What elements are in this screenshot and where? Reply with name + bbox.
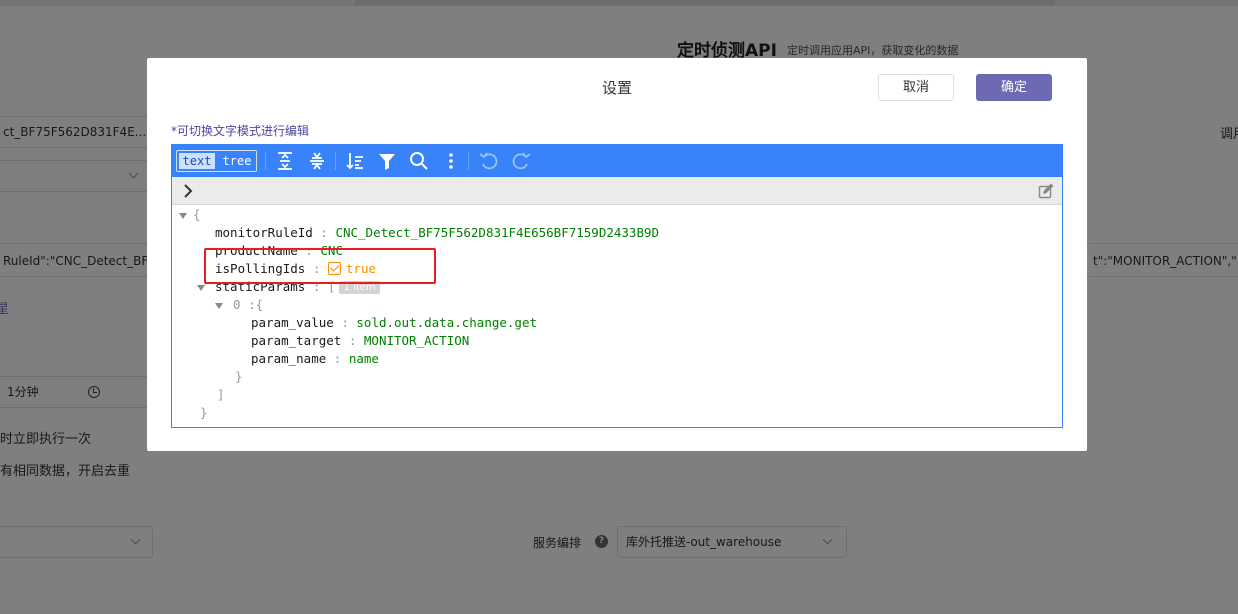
toolbar-divider — [265, 152, 266, 170]
colon: : — [341, 315, 349, 330]
mode-text-button[interactable]: text — [179, 153, 215, 169]
editor-toolbar: text tree — [172, 145, 1062, 177]
field-param_name[interactable]: param_name : name — [251, 350, 379, 368]
brace: { — [193, 207, 201, 222]
chevron-right-icon[interactable] — [180, 183, 196, 199]
collapse-toggle-icon[interactable] — [179, 213, 187, 219]
mode-tree-button[interactable]: tree — [220, 153, 254, 169]
colon: : — [333, 351, 342, 366]
confirm-button[interactable]: 确定 — [976, 74, 1052, 101]
collapse-toggle-icon[interactable] — [215, 303, 223, 309]
redo-icon[interactable] — [509, 149, 533, 173]
navigation-bar — [172, 177, 1062, 205]
edit-hint: *可切换文字模式进行编辑 — [171, 124, 310, 138]
collapse-all-icon[interactable] — [305, 149, 329, 173]
field-value[interactable]: MONITOR_ACTION — [364, 333, 469, 348]
search-icon[interactable] — [407, 149, 431, 173]
filter-icon[interactable] — [375, 149, 399, 173]
field-key: param_target — [251, 333, 342, 348]
field-monitorRuleId[interactable]: monitorRuleId : CNC_Detect_BF75F562D831F… — [215, 224, 659, 242]
cancel-button[interactable]: 取消 — [878, 74, 954, 101]
array-close: ] — [217, 386, 225, 404]
field-param_target[interactable]: param_target : MONITOR_ACTION — [251, 332, 469, 350]
brace: { — [255, 297, 264, 312]
item-index: 0 — [233, 297, 241, 312]
field-value[interactable]: name — [349, 351, 379, 366]
field-key: param_value — [251, 315, 334, 330]
brace: } — [235, 369, 243, 384]
colon: : — [348, 333, 357, 348]
sort-icon[interactable] — [343, 149, 367, 173]
edit-icon[interactable] — [1038, 183, 1054, 199]
brace: } — [200, 405, 208, 420]
collapse-toggle-icon[interactable] — [197, 285, 205, 291]
field-param_value[interactable]: param_value : sold.out.data.change.get — [251, 314, 537, 332]
bracket: ] — [217, 387, 225, 402]
item-close: } — [235, 368, 243, 386]
json-editor: text tree {monitorRuleId: CNC_Detect_B… — [171, 144, 1063, 428]
more-icon[interactable] — [439, 149, 463, 173]
colon: : — [248, 297, 256, 312]
json-tree: { monitorRuleId : CNC_Detect_BF75F562D83… — [172, 206, 1062, 427]
colon: : — [320, 225, 328, 240]
expand-all-icon[interactable] — [273, 149, 297, 173]
field-value[interactable]: CNC_Detect_BF75F562D831F4E656BF7159D2433… — [335, 225, 659, 240]
undo-icon[interactable] — [477, 149, 501, 173]
field-value[interactable]: sold.out.data.change.get — [356, 315, 537, 330]
root-close: } — [200, 404, 208, 422]
toolbar-divider — [335, 152, 336, 170]
array-item-0[interactable]: 0 :{ — [233, 296, 263, 314]
toolbar-divider — [468, 152, 469, 170]
field-key: param_name — [251, 351, 327, 366]
mode-switch: text tree — [176, 150, 257, 172]
root-open: { — [193, 206, 201, 224]
field-key: monitorRuleId — [215, 225, 313, 240]
highlight-box — [204, 248, 436, 284]
